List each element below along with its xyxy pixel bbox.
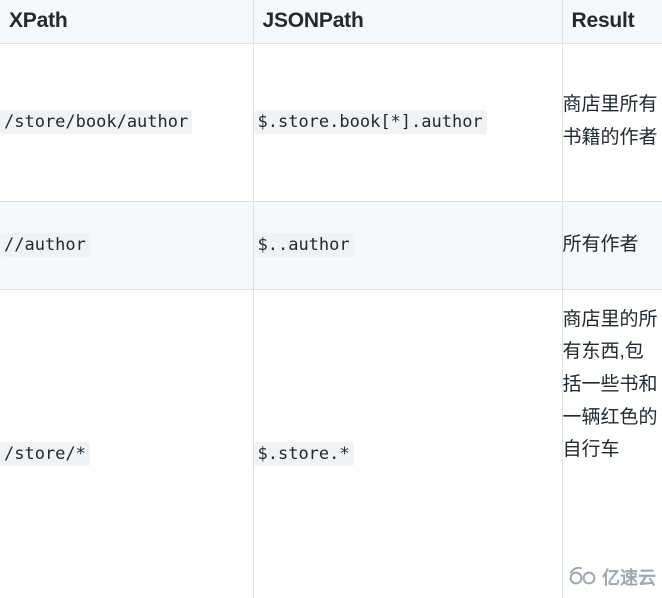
column-header-result: Result xyxy=(562,0,662,44)
table-row: //author $..author 所有作者 xyxy=(0,201,662,290)
table-row: /store/book/author $.store.book[*].autho… xyxy=(0,43,662,202)
jsonpath-code: $..author xyxy=(253,232,354,257)
table-header: XPath JSONPath Result xyxy=(0,0,662,44)
xpath-code: //author xyxy=(0,232,90,257)
cell-result: 商店里所有书籍的作者 xyxy=(562,43,662,202)
column-header-jsonpath: JSONPath xyxy=(253,0,563,44)
cell-xpath: //author xyxy=(0,201,254,290)
table-body: /store/book/author $.store.book[*].autho… xyxy=(0,43,662,598)
xpath-code: /store/book/author xyxy=(0,109,193,134)
cell-jsonpath: $.store.book[*].author xyxy=(253,43,563,202)
column-header-xpath: XPath xyxy=(0,0,254,44)
xpath-code: /store/* xyxy=(0,441,90,466)
cell-jsonpath: $..author xyxy=(253,201,563,290)
cell-jsonpath: $.store.* xyxy=(253,289,563,598)
table-header-row: XPath JSONPath Result xyxy=(0,0,662,44)
cell-xpath: /store/book/author xyxy=(0,43,254,202)
table-container: XPath JSONPath Result /store/book/author… xyxy=(0,0,662,598)
cell-xpath: /store/* xyxy=(0,289,254,598)
jsonpath-code: $.store.* xyxy=(253,441,354,466)
cell-result: 商店里的所有东西,包括一些书和一辆红色的自行车 xyxy=(562,289,662,598)
cell-result: 所有作者 xyxy=(562,201,662,290)
table-row: /store/* $.store.* 商店里的所有东西,包括一些书和一辆红色的自… xyxy=(0,289,662,598)
xpath-jsonpath-comparison-table: XPath JSONPath Result /store/book/author… xyxy=(0,0,662,598)
jsonpath-code: $.store.book[*].author xyxy=(253,109,487,134)
